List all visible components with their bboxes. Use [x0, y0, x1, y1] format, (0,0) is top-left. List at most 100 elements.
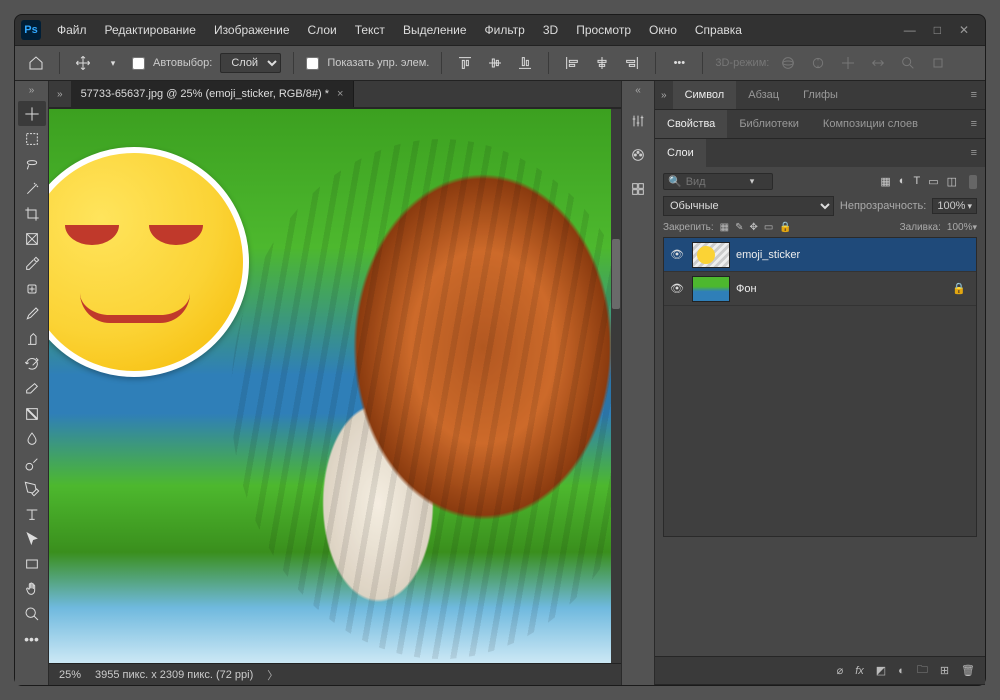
layer-name[interactable]: Фон — [736, 283, 757, 295]
lock-position-icon[interactable]: ✥ — [750, 222, 758, 233]
auto-select-target[interactable]: Слой — [220, 53, 281, 73]
blur-tool[interactable] — [18, 426, 46, 451]
more-tools-icon[interactable]: ••• — [18, 626, 46, 651]
3d-roll-icon[interactable] — [807, 52, 829, 74]
clone-stamp-tool[interactable] — [18, 326, 46, 351]
eyedropper-tool[interactable] — [18, 251, 46, 276]
status-more-icon[interactable]: 〉 — [267, 667, 278, 683]
zoom-tool[interactable] — [18, 601, 46, 626]
opacity-input[interactable]: 100%▾ — [932, 198, 977, 214]
tab-properties[interactable]: Свойства — [655, 110, 727, 138]
expand-tools-icon[interactable]: » — [29, 85, 35, 99]
document-tab[interactable]: 57733-65637.jpg @ 25% (emoji_sticker, RG… — [71, 81, 355, 107]
type-tool[interactable] — [18, 501, 46, 526]
swatches-icon[interactable] — [626, 143, 650, 167]
lasso-tool[interactable] — [18, 151, 46, 176]
menu-edit[interactable]: Редактирование — [97, 19, 204, 41]
minimize-button[interactable]: — — [904, 23, 916, 37]
tab-layers[interactable]: Слои — [655, 139, 706, 167]
menu-window[interactable]: Окно — [641, 19, 685, 41]
3d-orbit-icon[interactable] — [777, 52, 799, 74]
visibility-toggle-icon[interactable]: 👁 — [668, 282, 686, 295]
fill-input[interactable]: 100%▾ — [947, 222, 977, 233]
brush-tool[interactable] — [18, 301, 46, 326]
hand-tool[interactable] — [18, 576, 46, 601]
dodge-tool[interactable] — [18, 451, 46, 476]
marquee-tool[interactable] — [18, 126, 46, 151]
lock-artboard-icon[interactable]: ▭ — [764, 222, 773, 233]
more-options-icon[interactable]: ••• — [668, 52, 690, 74]
align-vcenter-icon[interactable] — [484, 52, 506, 74]
collapse-tabs-icon[interactable]: » — [49, 89, 71, 100]
menu-image[interactable]: Изображение — [206, 19, 298, 41]
move-tool-icon[interactable] — [72, 52, 94, 74]
frame-tool[interactable] — [18, 226, 46, 251]
link-layers-icon[interactable]: ⌀ — [837, 664, 844, 677]
lock-all-icon[interactable]: 🔒 — [779, 222, 791, 233]
3d-light-icon[interactable] — [927, 52, 949, 74]
maximize-button[interactable]: □ — [934, 23, 941, 37]
history-brush-tool[interactable] — [18, 351, 46, 376]
align-top-icon[interactable] — [454, 52, 476, 74]
panel-menu-icon[interactable]: ≡ — [963, 89, 985, 101]
align-right-icon[interactable] — [621, 52, 643, 74]
menu-text[interactable]: Текст — [347, 19, 393, 41]
menu-file[interactable]: Файл — [49, 19, 95, 41]
menu-3d[interactable]: 3D — [535, 19, 566, 41]
menu-help[interactable]: Справка — [687, 19, 750, 41]
tab-layer-comps[interactable]: Композиции слоев — [811, 110, 930, 138]
filter-smart-icon[interactable]: ◫ — [947, 175, 957, 188]
3d-zoom-icon[interactable] — [897, 52, 919, 74]
menu-layers[interactable]: Слои — [300, 19, 345, 41]
layer-row[interactable]: 👁 Фон 🔒 — [664, 272, 976, 306]
panel-expand-icon[interactable]: » — [655, 90, 673, 101]
layer-style-icon[interactable]: fx — [855, 665, 864, 677]
panel-menu-icon[interactable]: ≡ — [963, 147, 985, 159]
align-hcenter-icon[interactable] — [591, 52, 613, 74]
layer-thumbnail[interactable] — [692, 242, 730, 268]
canvas[interactable] — [49, 109, 611, 663]
close-button[interactable]: ✕ — [959, 23, 969, 37]
layer-filter-input[interactable] — [686, 176, 746, 188]
layer-thumbnail[interactable] — [692, 276, 730, 302]
chevron-down-icon[interactable]: ▾ — [750, 176, 755, 187]
path-selection-tool[interactable] — [18, 526, 46, 551]
layer-group-icon[interactable]: 🗀 — [917, 661, 928, 680]
move-tool[interactable] — [18, 101, 46, 126]
lock-pixels-icon[interactable]: ▦ — [720, 222, 729, 233]
menu-view[interactable]: Просмотр — [568, 19, 639, 41]
lock-icon[interactable]: 🔒 — [952, 282, 972, 295]
rectangle-tool[interactable] — [18, 551, 46, 576]
layer-row[interactable]: 👁 emoji_sticker — [664, 238, 976, 272]
filter-type-icon[interactable]: T — [913, 175, 920, 188]
expand-panels-icon[interactable]: « — [635, 85, 641, 99]
panel-menu-icon[interactable]: ≡ — [963, 118, 985, 130]
adjustments-icon[interactable] — [626, 109, 650, 133]
3d-pan-icon[interactable] — [837, 52, 859, 74]
menu-select[interactable]: Выделение — [395, 19, 475, 41]
tab-glyphs[interactable]: Глифы — [791, 81, 850, 109]
layer-mask-icon[interactable]: ◩ — [876, 664, 886, 677]
vertical-scrollbar[interactable] — [611, 109, 621, 663]
blend-mode-select[interactable]: Обычные — [663, 196, 834, 216]
emoji-sticker-layer[interactable] — [49, 147, 249, 377]
3d-slide-icon[interactable] — [867, 52, 889, 74]
crop-tool[interactable] — [18, 201, 46, 226]
eraser-tool[interactable] — [18, 376, 46, 401]
align-left-icon[interactable] — [561, 52, 583, 74]
tab-libraries[interactable]: Библиотеки — [727, 110, 811, 138]
home-icon[interactable] — [25, 52, 47, 74]
chevron-down-icon[interactable]: ▾ — [102, 52, 124, 74]
filter-pixel-icon[interactable]: ▦ — [880, 175, 890, 188]
filter-toggle[interactable] — [969, 175, 977, 189]
magic-wand-tool[interactable] — [18, 176, 46, 201]
pen-tool[interactable] — [18, 476, 46, 501]
lock-paint-icon[interactable]: ✎ — [735, 222, 743, 233]
zoom-level[interactable]: 25% — [59, 669, 81, 681]
delete-layer-icon[interactable]: 🗑 — [961, 664, 975, 677]
layer-filter-dropdown[interactable]: 🔍 ▾ — [663, 173, 773, 190]
new-layer-icon[interactable]: ⊞ — [940, 664, 949, 677]
show-controls-checkbox[interactable] — [306, 57, 319, 70]
filter-adjustment-icon[interactable]: ◐ — [899, 175, 906, 188]
visibility-toggle-icon[interactable]: 👁 — [668, 248, 686, 261]
